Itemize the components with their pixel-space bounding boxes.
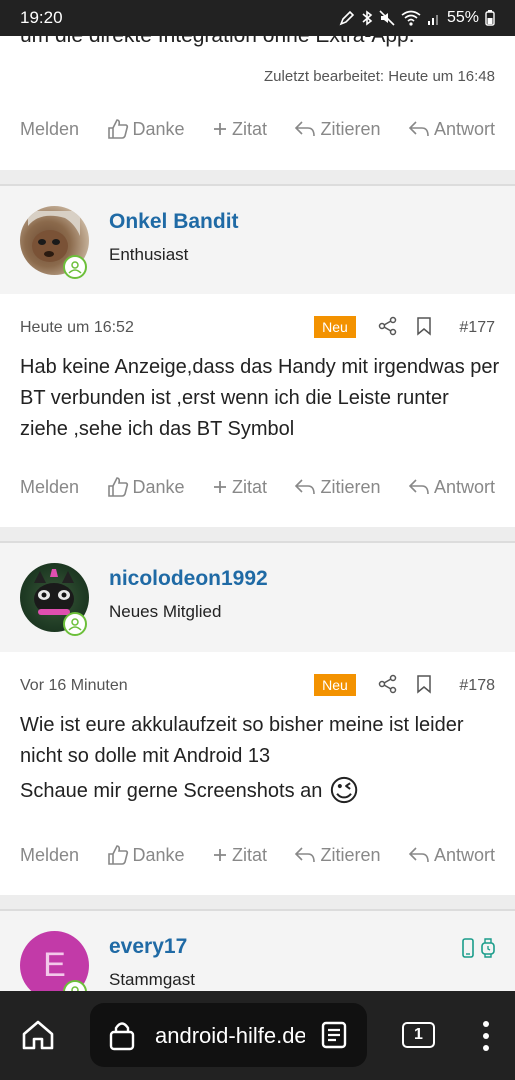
post-content-line: Schaue mir gerne Screenshots an 😉 bbox=[20, 776, 500, 807]
plus-icon bbox=[213, 849, 226, 861]
thumbs-up-icon bbox=[107, 845, 128, 865]
add-quote-button[interactable]: Zitat bbox=[212, 119, 267, 140]
post-author-header: nicolodeon1992 Neues Mitglied bbox=[0, 541, 515, 652]
address-bar[interactable]: android-hilfe.de bbox=[90, 1003, 367, 1067]
username-link[interactable]: every17 bbox=[109, 935, 187, 959]
plus-icon bbox=[213, 123, 226, 135]
reader-mode-icon[interactable] bbox=[321, 1021, 347, 1049]
report-button[interactable]: Melden bbox=[20, 477, 79, 498]
status-icons: 55% bbox=[339, 9, 495, 27]
thumbs-up-icon bbox=[107, 119, 128, 139]
post-content: Hab keine Anzeige,dass das Handy mit irg… bbox=[20, 356, 500, 440]
smartwatch-icon bbox=[481, 938, 495, 958]
reply-button[interactable]: Antwort bbox=[408, 119, 495, 140]
post-actions: Melden Danke Zitat Zitieren Antwort bbox=[0, 111, 515, 147]
battery-icon bbox=[485, 10, 495, 26]
username-link[interactable]: Onkel Bandit bbox=[109, 210, 239, 234]
wifi-icon bbox=[401, 10, 421, 26]
pen-icon bbox=[339, 10, 355, 26]
post-178: Vor 16 Minuten Neu #178 Wie ist eure akk… bbox=[0, 652, 515, 895]
status-bar: 19:20 55% bbox=[0, 0, 515, 36]
edited-note: Zuletzt bearbeitet: Heute um 16:48 bbox=[264, 68, 495, 85]
report-button[interactable]: Melden bbox=[20, 845, 79, 866]
thanks-button[interactable]: Danke bbox=[107, 844, 185, 866]
post-177: Heute um 16:52 Neu #177 Hab keine Anzeig… bbox=[0, 294, 515, 527]
avatar-letter: E bbox=[43, 946, 66, 984]
post-content: Wie ist eure akkulaufzeit so bisher mein… bbox=[20, 714, 464, 767]
reply-arrow-icon bbox=[408, 479, 429, 495]
username-link[interactable]: nicolodeon1992 bbox=[109, 567, 268, 591]
reply-arrow-icon bbox=[295, 121, 316, 137]
reply-button[interactable]: Antwort bbox=[408, 477, 495, 498]
share-icon[interactable] bbox=[378, 316, 398, 336]
battery-percent: 55% bbox=[446, 9, 479, 26]
forum-page: um die direkte Integration ohne Extra-Ap… bbox=[0, 36, 515, 991]
post-time: Vor 16 Minuten bbox=[20, 677, 128, 694]
share-icon[interactable] bbox=[378, 674, 398, 694]
post-text-partial: um die direkte Integration ohne Extra-Ap… bbox=[20, 36, 415, 48]
report-button[interactable]: Melden bbox=[20, 119, 79, 140]
user-role: Neues Mitglied bbox=[109, 602, 222, 621]
post-content-text: Schaue mir gerne Screenshots an bbox=[20, 780, 323, 802]
mute-icon bbox=[379, 10, 395, 26]
lock-icon bbox=[109, 1022, 135, 1051]
post-time: Heute um 16:52 bbox=[20, 319, 134, 336]
post-tail: um die direkte Integration ohne Extra-Ap… bbox=[0, 36, 515, 170]
bluetooth-icon bbox=[362, 10, 373, 26]
quote-button[interactable]: Zitieren bbox=[294, 845, 380, 866]
new-badge: Neu bbox=[314, 674, 356, 696]
post-author-header: Onkel Bandit Enthusiast bbox=[0, 184, 515, 294]
online-user-icon bbox=[63, 255, 87, 279]
bookmark-icon[interactable] bbox=[416, 316, 432, 336]
new-badge: Neu bbox=[314, 316, 356, 338]
reply-arrow-icon bbox=[408, 847, 429, 863]
more-menu-icon[interactable] bbox=[478, 1018, 494, 1054]
wink-emoji-icon: 😉 bbox=[328, 775, 360, 808]
tab-count: 1 bbox=[414, 1026, 423, 1043]
reply-arrow-icon bbox=[295, 479, 316, 495]
status-time: 19:20 bbox=[20, 8, 63, 27]
post-actions: Melden Danke Zitat Zitieren Antwort bbox=[0, 469, 515, 505]
url-text: android-hilfe.de bbox=[155, 1023, 305, 1048]
post-actions: Melden Danke Zitat Zitieren Antwort bbox=[0, 837, 515, 873]
add-quote-button[interactable]: Zitat bbox=[212, 845, 267, 866]
add-quote-button[interactable]: Zitat bbox=[212, 477, 267, 498]
plus-icon bbox=[213, 481, 226, 493]
quote-button[interactable]: Zitieren bbox=[294, 477, 380, 498]
tab-switcher-button[interactable]: 1 bbox=[402, 1022, 435, 1048]
thanks-button[interactable]: Danke bbox=[107, 476, 185, 498]
user-role: Stammgast bbox=[109, 970, 195, 989]
thumbs-up-icon bbox=[107, 477, 128, 497]
user-role: Enthusiast bbox=[109, 245, 189, 264]
post-author-header: E every17 Stammgast bbox=[0, 909, 515, 991]
post-number-link[interactable]: #178 bbox=[459, 677, 495, 695]
quote-button[interactable]: Zitieren bbox=[294, 119, 380, 140]
bookmark-icon[interactable] bbox=[416, 674, 432, 694]
online-user-icon bbox=[63, 612, 87, 636]
signal-icon bbox=[427, 15, 438, 25]
post-number-link[interactable]: #177 bbox=[459, 319, 495, 337]
reply-arrow-icon bbox=[295, 847, 316, 863]
smartphone-icon bbox=[462, 938, 474, 958]
reply-arrow-icon bbox=[408, 121, 429, 137]
browser-toolbar: android-hilfe.de 1 bbox=[0, 991, 515, 1080]
reply-button[interactable]: Antwort bbox=[408, 845, 495, 866]
home-icon[interactable] bbox=[20, 1017, 56, 1053]
thanks-button[interactable]: Danke bbox=[107, 118, 185, 140]
